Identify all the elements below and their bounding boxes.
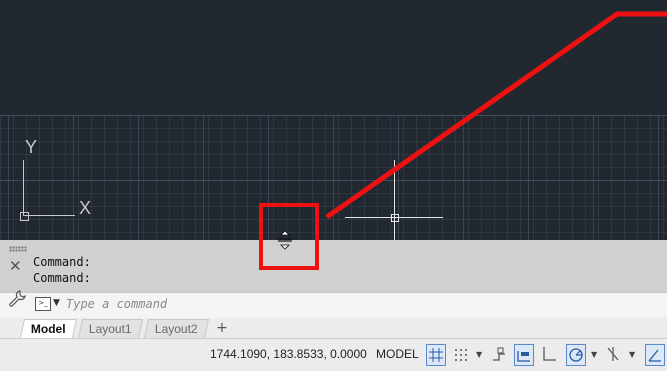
resize-cursor-icon: [276, 230, 294, 250]
callout-overlay: [259, 11, 667, 270]
callout-pointer-line: [325, 11, 667, 220]
